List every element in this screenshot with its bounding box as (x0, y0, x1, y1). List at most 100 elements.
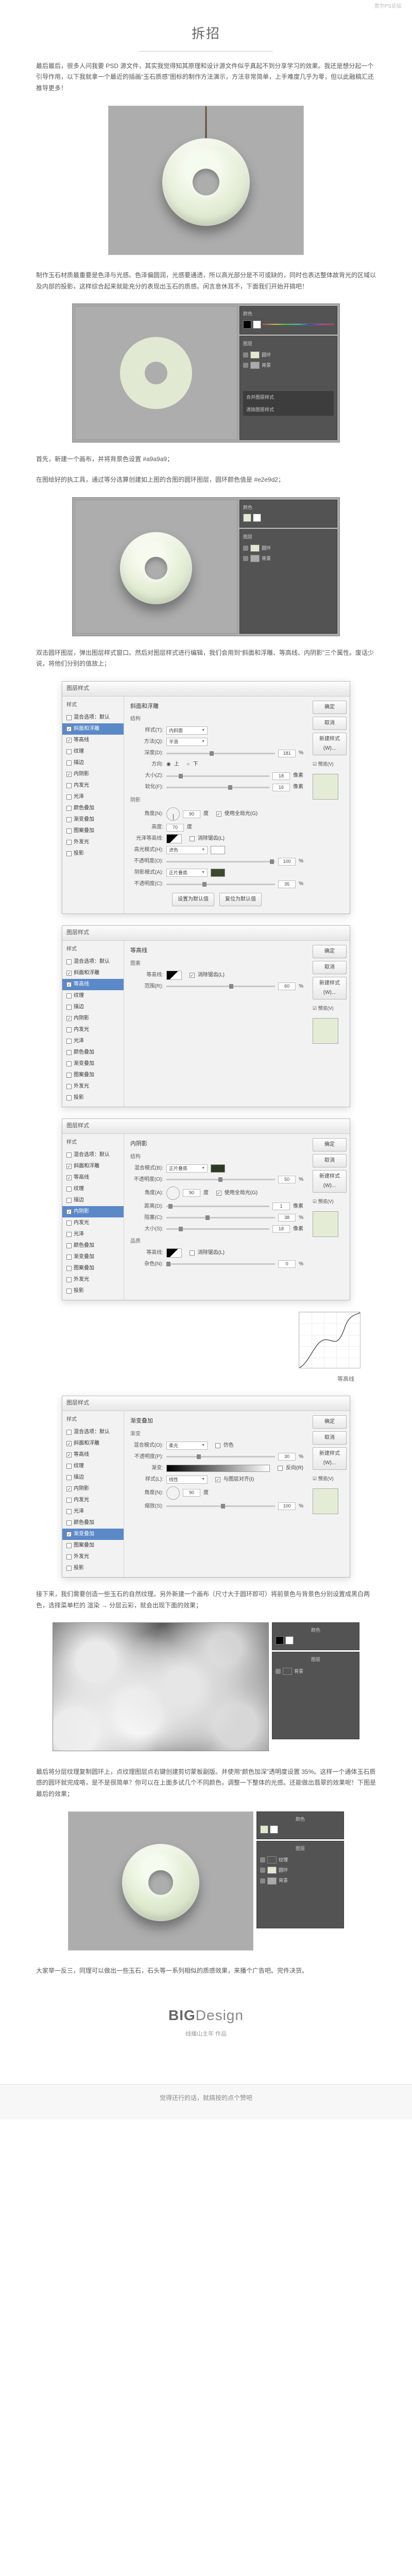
swatch[interactable] (270, 1825, 278, 1834)
scale-slider[interactable] (166, 1505, 275, 1507)
style-item[interactable]: 光泽 (62, 1036, 124, 1047)
style-dropdown[interactable]: 内斜面▼ (166, 726, 208, 735)
distance-input[interactable]: 1 (272, 1202, 290, 1210)
reset-default-button[interactable]: 复位为默认值 (219, 893, 262, 906)
style-item[interactable]: 斜面和浮雕 (62, 723, 124, 735)
angle-dial[interactable] (166, 1187, 180, 1200)
style-item[interactable]: 内阴影 (62, 1206, 124, 1217)
antialias-checkbox[interactable] (190, 1250, 195, 1256)
new-style-button[interactable]: 新建样式(W)... (313, 733, 347, 755)
radio-down[interactable]: ○ (187, 760, 190, 769)
style-item[interactable]: 渐变叠加 (62, 1251, 124, 1263)
depth-input[interactable]: 181 (278, 750, 296, 757)
style-item[interactable]: 图案叠加 (62, 1070, 124, 1081)
color-panel[interactable]: 颜色 (239, 500, 337, 528)
style-item[interactable]: 等高线 (62, 1172, 124, 1183)
style-item[interactable]: 内发光 (62, 1217, 124, 1229)
style-item[interactable]: 内发光 (62, 780, 124, 791)
angle-input[interactable]: 90 (183, 1489, 200, 1497)
angle-dial[interactable] (166, 1486, 180, 1500)
swatch[interactable] (253, 320, 261, 329)
style-item[interactable]: 内发光 (62, 1495, 124, 1506)
style-item[interactable]: 渐变叠加 (62, 1529, 124, 1540)
color-panel[interactable]: 颜色 (256, 1811, 344, 1839)
style-item[interactable]: 外发光 (62, 837, 124, 848)
style-item[interactable]: 描边 (62, 1002, 124, 1013)
ok-button[interactable]: 确定 (313, 1415, 347, 1429)
preview-checkbox[interactable]: ☑ 预览(V) (313, 1197, 347, 1206)
curve-editor[interactable] (299, 1312, 360, 1368)
swatch[interactable] (243, 514, 251, 522)
style-item[interactable]: 颜色叠加 (62, 1517, 124, 1529)
style-item[interactable]: 斜面和浮雕 (62, 1438, 124, 1449)
style-item[interactable]: 颜色叠加 (62, 803, 124, 814)
size-input[interactable]: 18 (272, 772, 290, 780)
contour-thumb[interactable] (166, 971, 182, 980)
style-item[interactable]: 混合选项：默认 (62, 1427, 124, 1438)
cancel-button[interactable]: 取消 (313, 1431, 347, 1445)
swatch[interactable] (260, 1825, 268, 1834)
altitude-input[interactable]: 70 (166, 824, 184, 832)
style-item[interactable]: 内阴影 (62, 769, 124, 780)
layer-row[interactable]: 圆环 (243, 543, 334, 553)
highlight-opacity-slider[interactable] (166, 861, 275, 862)
shadow-opacity-input[interactable]: 35 (278, 880, 296, 888)
contour-thumb[interactable] (166, 834, 182, 843)
style-item[interactable]: 混合选项：默认 (62, 956, 124, 968)
style-item[interactable]: 描边 (62, 1195, 124, 1206)
hue-strip[interactable] (263, 324, 334, 325)
style-item[interactable]: 斜面和浮雕 (62, 968, 124, 979)
style-item[interactable]: 纹理 (62, 990, 124, 1002)
style-item[interactable]: 投影 (62, 848, 124, 859)
style-item[interactable]: 图案叠加 (62, 1263, 124, 1274)
size-slider[interactable] (166, 1228, 269, 1230)
preview-checkbox[interactable]: ☑ 预览(V) (313, 1475, 347, 1483)
swatch[interactable] (253, 514, 261, 522)
style-item[interactable]: 描边 (62, 757, 124, 769)
angle-input[interactable]: 90 (183, 810, 200, 818)
preview-checkbox[interactable]: ☑ 预览(V) (313, 1004, 347, 1012)
layers-panel[interactable]: 图层 纹理 圆环 背景 (256, 1841, 344, 1928)
color-panel[interactable]: 颜色 (272, 1622, 359, 1650)
soften-slider[interactable] (166, 787, 269, 788)
style-item[interactable]: 内阴影 (62, 1483, 124, 1495)
choke-slider[interactable] (166, 1217, 275, 1218)
visibility-icon[interactable] (260, 1857, 265, 1862)
size-input[interactable]: 18 (272, 1225, 290, 1233)
style-item[interactable]: 光泽 (62, 1506, 124, 1517)
contour-thumb[interactable] (166, 1248, 182, 1258)
visibility-icon[interactable] (260, 1878, 265, 1884)
cancel-button[interactable]: 取消 (313, 961, 347, 974)
blend-dropdown[interactable]: 柔光▼ (166, 1442, 208, 1450)
ok-button[interactable]: 确定 (313, 701, 347, 714)
size-slider[interactable] (166, 775, 269, 777)
gradient-picker[interactable] (166, 1465, 270, 1472)
opacity-input[interactable]: 50 (278, 1176, 296, 1183)
style-item[interactable]: 投影 (62, 1563, 124, 1574)
style-item[interactable]: 内阴影 (62, 1013, 124, 1024)
layers-panel[interactable]: 图层 背景 (272, 1652, 359, 1739)
align-checkbox[interactable] (215, 1477, 220, 1482)
angle-dial[interactable] (166, 807, 180, 821)
antialias-checkbox[interactable] (190, 973, 195, 978)
shadow-opacity-slider[interactable] (166, 884, 275, 885)
opacity-input[interactable]: 30 (278, 1453, 296, 1461)
ok-button[interactable]: 确定 (313, 945, 347, 958)
style-item[interactable]: 斜面和浮雕 (62, 1161, 124, 1172)
layer-row[interactable]: 圆环 (260, 1865, 340, 1875)
visibility-icon[interactable] (276, 1669, 281, 1674)
scale-input[interactable]: 100 (278, 1502, 296, 1510)
style-item[interactable]: 颜色叠加 (62, 1240, 124, 1251)
range-slider[interactable] (166, 986, 275, 987)
noise-slider[interactable] (166, 1263, 275, 1265)
style-item[interactable]: 描边 (62, 1472, 124, 1483)
radio-up[interactable]: ◉ (166, 760, 171, 769)
grad-style-dropdown[interactable]: 线性▼ (166, 1476, 208, 1484)
swatch[interactable] (276, 1636, 284, 1645)
highlight-color-chip[interactable] (211, 846, 225, 854)
highlight-mode-dropdown[interactable]: 滤色▼ (166, 846, 208, 854)
cancel-button[interactable]: 取消 (313, 1154, 347, 1167)
layer-row[interactable]: 纹理 (260, 1855, 340, 1865)
style-item[interactable]: 投影 (62, 1285, 124, 1297)
layers-panel[interactable]: 图层 圆环 背景 (239, 529, 337, 634)
